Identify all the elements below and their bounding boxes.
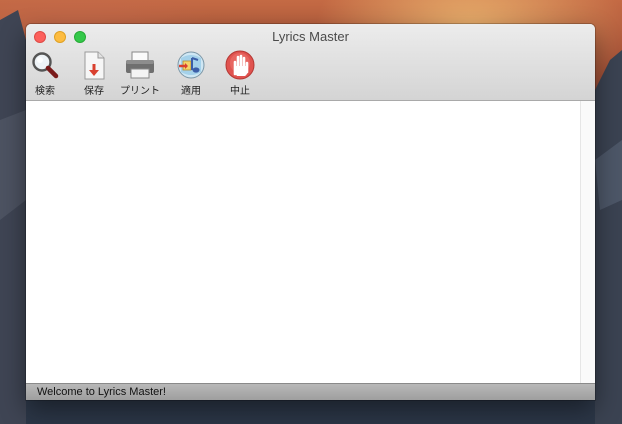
save-button[interactable]: 保存 xyxy=(68,50,120,97)
window-title: Lyrics Master xyxy=(272,29,349,44)
lyrics-text-area[interactable] xyxy=(26,101,580,383)
print-label: プリント xyxy=(120,86,160,97)
apply-button[interactable]: 適用 xyxy=(165,50,217,97)
title-bar: Lyrics Master 検索 保存 プリント 適用 中止 xyxy=(26,24,595,101)
search-icon xyxy=(32,52,59,79)
search-button[interactable]: 検索 xyxy=(26,50,71,97)
save-document-icon xyxy=(84,51,105,80)
search-label: 検索 xyxy=(35,86,55,97)
printer-icon xyxy=(126,51,154,79)
app-window: Lyrics Master 検索 保存 プリント 適用 中止 Welcome t… xyxy=(26,24,595,400)
stop-hand-icon xyxy=(225,50,255,80)
status-message: Welcome to Lyrics Master! xyxy=(37,386,166,398)
stop-label: 中止 xyxy=(230,86,250,97)
status-bar: Welcome to Lyrics Master! xyxy=(26,383,595,400)
vertical-scrollbar[interactable] xyxy=(580,101,595,383)
apply-music-icon xyxy=(177,51,205,79)
apply-label: 適用 xyxy=(181,86,201,97)
stop-button[interactable]: 中止 xyxy=(214,50,266,97)
save-label: 保存 xyxy=(84,86,104,97)
print-button[interactable]: プリント xyxy=(114,50,166,97)
